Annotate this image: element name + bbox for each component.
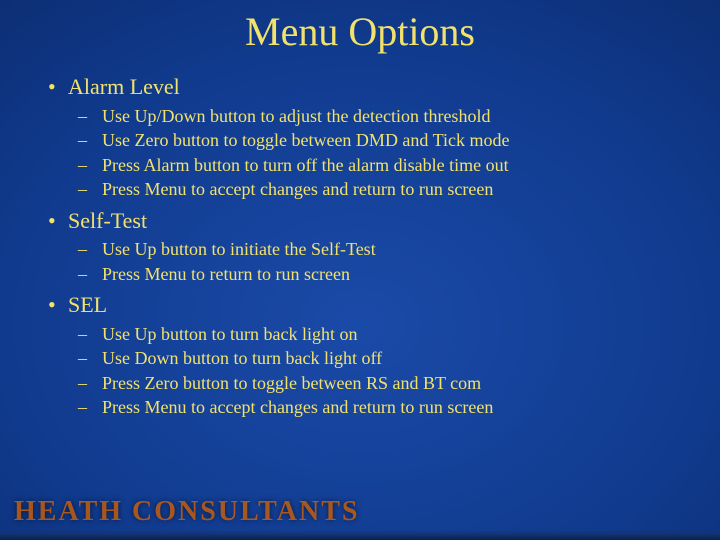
item-text: Use Up button to turn back light on (102, 324, 357, 344)
section-heading-sel: SEL (48, 291, 672, 319)
list-item: Use Up button to turn back light on (74, 323, 672, 346)
item-text: Use Zero button to toggle between DMD an… (102, 130, 509, 150)
section-items-self-test: Use Up button to initiate the Self-Test … (74, 238, 672, 285)
item-text: Use Up/Down button to adjust the detecti… (102, 106, 490, 126)
item-text: Press Zero button to toggle between RS a… (102, 373, 481, 393)
section-heading-text: Self-Test (68, 208, 147, 233)
footer-bar (0, 530, 720, 540)
section-items-sel: Use Up button to turn back light on Use … (74, 323, 672, 419)
section-items-alarm-level: Use Up/Down button to adjust the detecti… (74, 105, 672, 201)
list-item: Press Menu to return to run screen (74, 263, 672, 286)
slide-content: Alarm Level Use Up/Down button to adjust… (0, 73, 720, 419)
footer-logo: HEATH CONSULTANTS (14, 496, 359, 528)
section-heading-self-test: Self-Test (48, 207, 672, 235)
list-item: Press Menu to accept changes and return … (74, 178, 672, 201)
list-item: Use Up button to initiate the Self-Test (74, 238, 672, 261)
item-text: Press Menu to accept changes and return … (102, 397, 493, 417)
item-text: Press Menu to accept changes and return … (102, 179, 493, 199)
section-heading-alarm-level: Alarm Level (48, 73, 672, 101)
list-item: Press Alarm button to turn off the alarm… (74, 154, 672, 177)
list-item: Use Down button to turn back light off (74, 347, 672, 370)
item-text: Use Down button to turn back light off (102, 348, 382, 368)
item-text: Use Up button to initiate the Self-Test (102, 239, 376, 259)
item-text: Press Menu to return to run screen (102, 264, 350, 284)
list-item: Use Up/Down button to adjust the detecti… (74, 105, 672, 128)
slide: Menu Options Alarm Level Use Up/Down but… (0, 0, 720, 540)
item-text: Press Alarm button to turn off the alarm… (102, 155, 509, 175)
section-heading-text: SEL (68, 292, 107, 317)
slide-title: Menu Options (0, 0, 720, 55)
list-item: Use Zero button to toggle between DMD an… (74, 129, 672, 152)
list-item: Press Zero button to toggle between RS a… (74, 372, 672, 395)
section-heading-text: Alarm Level (68, 74, 180, 99)
list-item: Press Menu to accept changes and return … (74, 396, 672, 419)
